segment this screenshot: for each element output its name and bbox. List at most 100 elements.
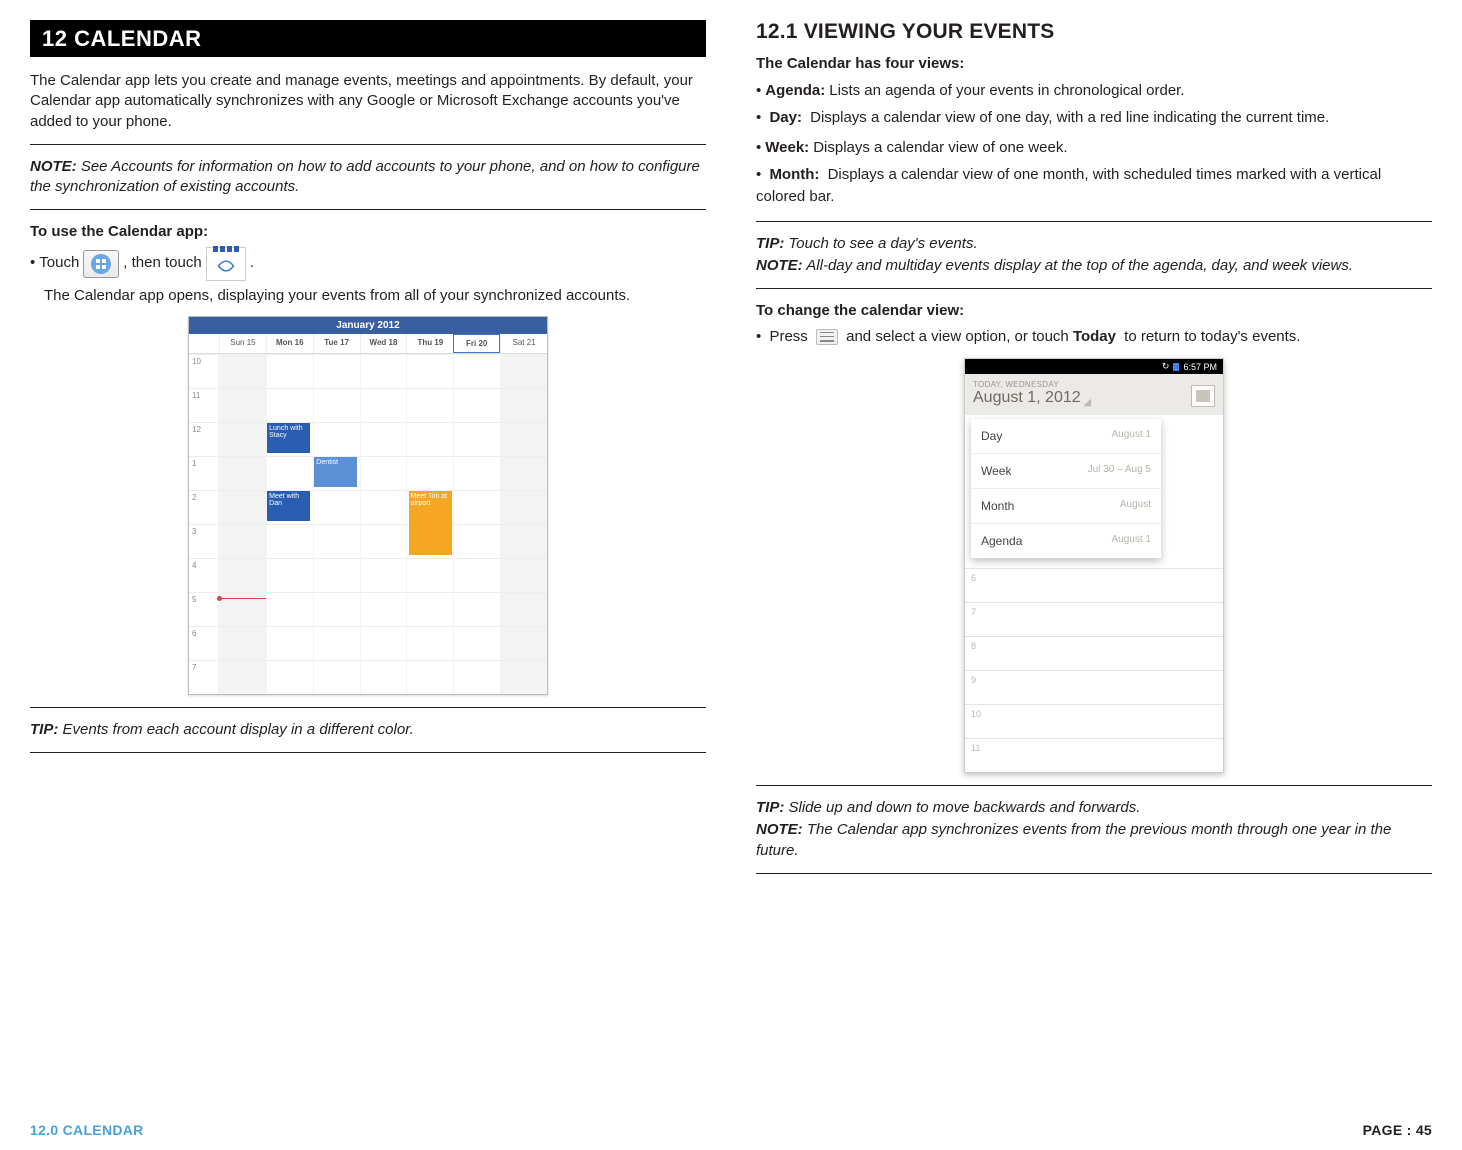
apps-grid-icon bbox=[91, 254, 111, 274]
grid-cell bbox=[500, 592, 547, 626]
day-bullet: • Day: Displays a calendar view of one d… bbox=[756, 107, 1432, 130]
day-label: Day: bbox=[769, 109, 802, 126]
hour-label: 7 bbox=[189, 660, 219, 694]
day-thu: Thu 19 bbox=[406, 334, 453, 353]
section-header-12-calendar: 12 CALENDAR bbox=[30, 20, 706, 57]
tip-touch-day: TIP: Touch to see a day's events. bbox=[756, 234, 1432, 254]
grid-cell bbox=[266, 456, 313, 490]
menu-item-month: MonthAugust bbox=[971, 489, 1161, 524]
grid-cell bbox=[266, 524, 313, 558]
touch-text-pre: Touch bbox=[39, 252, 79, 275]
hour-label: 2 bbox=[189, 490, 219, 524]
view-dropdown-menu: DayAugust 1WeekJul 30 – Aug 5MonthAugust… bbox=[971, 419, 1161, 558]
status-bar: ↻ 6:57 PM bbox=[965, 359, 1223, 374]
day-sun: Sun 15 bbox=[219, 334, 266, 353]
today-button-icon bbox=[1191, 385, 1215, 407]
grid-cell bbox=[500, 456, 547, 490]
hour-label: 11 bbox=[189, 388, 219, 422]
grid-cell bbox=[406, 558, 453, 592]
calendar-app-icon bbox=[206, 247, 246, 281]
grid-cell bbox=[219, 388, 266, 422]
week-label: Week: bbox=[765, 137, 809, 160]
grid-cell bbox=[500, 354, 547, 388]
tip-colors: TIP: Events from each account display in… bbox=[30, 720, 706, 740]
hour-label: 5 bbox=[189, 592, 219, 626]
press-post: to return to today's events. bbox=[1124, 328, 1300, 345]
grid-cell bbox=[360, 592, 407, 626]
note-sync-range: NOTE: The Calendar app synchronizes even… bbox=[756, 820, 1432, 861]
hour-row: 10 bbox=[965, 704, 1223, 738]
today-label: TODAY, WEDNESDAY bbox=[973, 380, 1091, 389]
grid-cell bbox=[453, 592, 500, 626]
hour-label: 1 bbox=[189, 456, 219, 490]
hour-row: 6 bbox=[965, 568, 1223, 602]
hour-label: 6 bbox=[189, 626, 219, 660]
menu-item-range: Jul 30 – Aug 5 bbox=[1088, 464, 1151, 478]
bullet: • bbox=[756, 109, 761, 126]
calendar-menu-screenshot: ↻ 6:57 PM TODAY, WEDNESDAY August 1, 201… bbox=[964, 358, 1224, 773]
footer-section: 12.0 CALENDAR bbox=[30, 1122, 144, 1138]
divider bbox=[756, 288, 1432, 289]
event-meet-tim: Meet Tim at airport bbox=[409, 491, 452, 555]
hour-label: 10 bbox=[189, 354, 219, 388]
menu-item-label: Month bbox=[981, 499, 1014, 513]
grid-cell bbox=[266, 626, 313, 660]
grid-cell bbox=[406, 388, 453, 422]
grid-cell bbox=[266, 592, 313, 626]
note-allday: NOTE: All-day and multiday events displa… bbox=[756, 256, 1432, 276]
grid-cell bbox=[313, 490, 360, 524]
grid-cell bbox=[360, 490, 407, 524]
press-instruction: • Press and select a view option, or tou… bbox=[756, 326, 1432, 349]
header-date: August 1, 2012 bbox=[973, 389, 1081, 406]
grid-cell bbox=[266, 354, 313, 388]
grid-cell bbox=[219, 660, 266, 694]
note-label: NOTE: bbox=[756, 821, 803, 838]
tip-label: TIP: bbox=[756, 235, 784, 252]
grid-cell bbox=[360, 388, 407, 422]
grid-cell bbox=[219, 592, 266, 626]
day-text: Displays a calendar view of one day, wit… bbox=[806, 109, 1329, 126]
grid-cell bbox=[406, 422, 453, 456]
month-text: Displays a calendar view of one month, w… bbox=[756, 166, 1381, 206]
grid-cell bbox=[266, 388, 313, 422]
tip-label: TIP: bbox=[756, 799, 784, 816]
grid-cell bbox=[453, 388, 500, 422]
use-calendar-heading: To use the Calendar app: bbox=[30, 222, 706, 242]
grid-cell bbox=[453, 660, 500, 694]
menu-item-label: Day bbox=[981, 429, 1002, 443]
note-label: NOTE: bbox=[756, 257, 803, 274]
grid-cell bbox=[500, 558, 547, 592]
grid-cell bbox=[219, 558, 266, 592]
grid-cell bbox=[453, 354, 500, 388]
grid-cell bbox=[360, 456, 407, 490]
grid-cell bbox=[219, 626, 266, 660]
week-text: Displays a calendar view of one week. bbox=[813, 137, 1067, 160]
bullet: • bbox=[756, 80, 761, 103]
grid-cell bbox=[313, 354, 360, 388]
grid-cell bbox=[453, 422, 500, 456]
grid-cell bbox=[360, 354, 407, 388]
current-time-line bbox=[219, 598, 266, 599]
month-bullet: • Month: Displays a calendar view of one… bbox=[756, 164, 1432, 209]
note-accounts: NOTE: See Accounts for information on ho… bbox=[30, 157, 706, 198]
week-bullet: • Week: Displays a calendar view of one … bbox=[756, 137, 1432, 160]
hour-label: 12 bbox=[189, 422, 219, 456]
grid-cell bbox=[500, 490, 547, 524]
tip-text: Slide up and down to move backwards and … bbox=[784, 799, 1140, 816]
grid-cell bbox=[219, 456, 266, 490]
grid-cell bbox=[500, 626, 547, 660]
grid-cell bbox=[453, 626, 500, 660]
day-fri: Fri 20 bbox=[453, 334, 500, 353]
grid-cell bbox=[313, 592, 360, 626]
grid-cell bbox=[266, 660, 313, 694]
grid-cell bbox=[406, 592, 453, 626]
note-label: NOTE: bbox=[30, 158, 77, 175]
bullet: • bbox=[30, 252, 35, 275]
footer-page: PAGE : 45 bbox=[1363, 1122, 1432, 1138]
grid-cell bbox=[360, 524, 407, 558]
dropdown-corner-icon: ◢ bbox=[1081, 397, 1091, 408]
day-blank bbox=[189, 334, 219, 353]
grid-cell bbox=[453, 558, 500, 592]
divider bbox=[30, 144, 706, 145]
hour-row: 8 bbox=[965, 636, 1223, 670]
